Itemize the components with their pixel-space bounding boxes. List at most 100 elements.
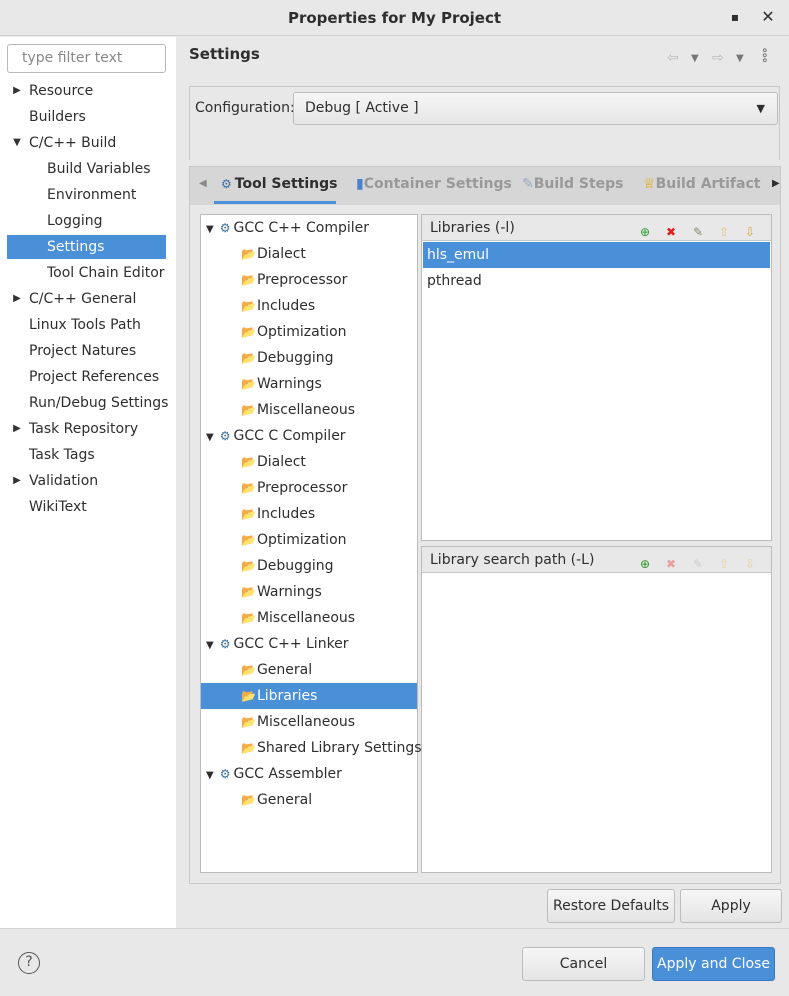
- tab-tool-settings[interactable]: ⚙ Tool Settings: [221, 176, 337, 192]
- library-item[interactable]: pthread: [423, 268, 770, 294]
- tab-build-steps[interactable]: ✎Build Steps: [522, 176, 624, 192]
- nav-item-label: Run/Debug Settings: [29, 395, 169, 411]
- forward-icon[interactable]: ⇨: [712, 50, 724, 66]
- collapsed-arrow-icon[interactable]: ▶: [12, 287, 22, 311]
- tab-scroll-left-icon[interactable]: ◀: [199, 178, 207, 189]
- tab-scroll-right-icon[interactable]: ▶: [772, 178, 780, 189]
- library-item[interactable]: hls_emul: [423, 242, 770, 268]
- tab-label: Build Artifact: [655, 176, 761, 192]
- title-bar: Properties for My Project: [0, 0, 789, 36]
- expanded-arrow-icon[interactable]: ▼: [206, 770, 214, 781]
- nav-item[interactable]: Tool Chain Editor: [7, 261, 166, 285]
- tool-icon: ⚙: [219, 221, 231, 235]
- nav-item-label: Linux Tools Path: [29, 317, 141, 333]
- tree-item-label: Optimization: [256, 324, 347, 340]
- option-node[interactable]: 📂Dialect: [241, 449, 306, 475]
- nav-item[interactable]: ▶ C/C++ General: [7, 287, 166, 311]
- option-node[interactable]: 📂Warnings: [241, 371, 322, 397]
- back-menu-icon[interactable]: ▼: [691, 53, 699, 64]
- option-node[interactable]: 📂Preprocessor: [241, 267, 347, 293]
- tree-item-label: GCC C Compiler: [233, 428, 346, 444]
- nav-item[interactable]: Task Tags: [7, 443, 166, 467]
- expanded-arrow-icon[interactable]: ▼: [206, 640, 214, 651]
- tab-container-settings[interactable]: ▮Container Settings: [356, 176, 512, 192]
- option-node[interactable]: 📂Libraries: [201, 683, 417, 709]
- cancel-button[interactable]: Cancel: [522, 947, 645, 981]
- expanded-arrow-icon[interactable]: ▼: [12, 131, 22, 155]
- nav-item[interactable]: Environment: [7, 183, 166, 207]
- nav-item[interactable]: Linux Tools Path: [7, 313, 166, 337]
- add-icon[interactable]: ⊕: [640, 551, 650, 577]
- configuration-select[interactable]: Debug [ Active ] ▼: [293, 92, 778, 125]
- option-node[interactable]: 📂General: [241, 657, 312, 683]
- tree-item-label: GCC C++ Compiler: [233, 220, 370, 236]
- option-node[interactable]: 📂Debugging: [241, 553, 334, 579]
- nav-item[interactable]: Project References: [7, 365, 166, 389]
- nav-item-label: Project Natures: [29, 343, 137, 359]
- tree-item-label: Miscellaneous: [256, 610, 356, 626]
- forward-menu-icon[interactable]: ▼: [736, 53, 744, 64]
- tree-item-label: GCC Assembler: [233, 766, 342, 782]
- nav-item[interactable]: WikiText: [7, 495, 166, 519]
- option-node[interactable]: 📂Shared Library Settings: [241, 735, 422, 761]
- option-category-icon: 📂: [241, 455, 256, 469]
- collapsed-arrow-icon[interactable]: ▶: [12, 79, 22, 103]
- apply-and-close-button[interactable]: Apply and Close: [652, 947, 775, 981]
- library-paths-title: Library search path (-L): [430, 552, 595, 568]
- expanded-arrow-icon[interactable]: ▼: [206, 432, 214, 443]
- nav-item-label: Environment: [47, 187, 137, 203]
- option-node[interactable]: 📂Includes: [241, 293, 315, 319]
- collapsed-arrow-icon[interactable]: ▶: [12, 417, 22, 441]
- option-node[interactable]: 📂Miscellaneous: [241, 709, 355, 735]
- option-node[interactable]: 📂Debugging: [241, 345, 334, 371]
- nav-item[interactable]: ▶ Validation: [7, 469, 166, 493]
- option-node[interactable]: 📂Preprocessor: [241, 475, 347, 501]
- back-icon[interactable]: ⇦: [667, 50, 679, 66]
- option-category-icon: 📂: [241, 585, 256, 599]
- help-icon[interactable]: ?: [18, 952, 40, 974]
- restore-defaults-button[interactable]: Restore Defaults: [547, 889, 675, 923]
- nav-item[interactable]: Build Variables: [7, 157, 166, 181]
- nav-item[interactable]: Project Natures: [7, 339, 166, 363]
- container-icon: ▮: [356, 176, 364, 192]
- option-category-icon: 📂: [241, 559, 256, 573]
- option-node[interactable]: 📂General: [241, 787, 312, 813]
- filter-input[interactable]: type filter text: [7, 44, 166, 73]
- option-node[interactable]: 📂Miscellaneous: [241, 397, 355, 423]
- option-node[interactable]: 📂Optimization: [241, 319, 347, 345]
- nav-item[interactable]: Run/Debug Settings: [7, 391, 169, 415]
- apply-button[interactable]: Apply: [680, 889, 782, 923]
- option-node[interactable]: 📂Optimization: [241, 527, 347, 553]
- nav-item[interactable]: Builders: [7, 105, 166, 129]
- option-category-icon: 📂: [241, 481, 256, 495]
- nav-item[interactable]: Logging: [7, 209, 166, 233]
- option-node[interactable]: 📂Miscellaneous: [241, 605, 355, 631]
- tree-item-label: Warnings: [256, 584, 322, 600]
- nav-item[interactable]: ▼ C/C++ Build: [7, 131, 166, 155]
- tree-item-label: Preprocessor: [256, 272, 348, 288]
- edit-icon: ✎: [693, 557, 704, 571]
- option-category-icon: 📂: [241, 273, 256, 287]
- option-node[interactable]: 📂Warnings: [241, 579, 322, 605]
- nav-item-label: Project References: [29, 369, 160, 385]
- nav-item[interactable]: ▶ Resource: [7, 79, 166, 103]
- close-button[interactable]: ✕: [760, 8, 776, 26]
- option-category-icon: 📂: [241, 403, 256, 417]
- minimize-button[interactable]: ▪: [728, 10, 742, 24]
- expanded-arrow-icon[interactable]: ▼: [206, 224, 214, 235]
- nav-item-label: C/C++ Build: [29, 135, 117, 151]
- nav-item[interactable]: Settings: [7, 235, 166, 259]
- option-category-icon: 📂: [241, 507, 256, 521]
- nav-item-label: Settings: [47, 239, 105, 255]
- nav-item[interactable]: ▶ Task Repository: [7, 417, 166, 441]
- tab-build-artifact[interactable]: ♕Build Artifact: [643, 176, 760, 192]
- tool-node[interactable]: ▼ ⚙ GCC C++ Linker: [206, 631, 349, 657]
- tool-node[interactable]: ▼ ⚙ GCC Assembler: [206, 761, 342, 787]
- tool-icon: ⚙: [219, 767, 231, 781]
- option-node[interactable]: 📂Includes: [241, 501, 315, 527]
- tool-node[interactable]: ▼ ⚙ GCC C++ Compiler: [206, 215, 369, 241]
- tool-node[interactable]: ▼ ⚙ GCC C Compiler: [206, 423, 346, 449]
- option-category-icon: 📂: [241, 611, 256, 625]
- option-node[interactable]: 📂Dialect: [241, 241, 306, 267]
- collapsed-arrow-icon[interactable]: ▶: [12, 469, 22, 493]
